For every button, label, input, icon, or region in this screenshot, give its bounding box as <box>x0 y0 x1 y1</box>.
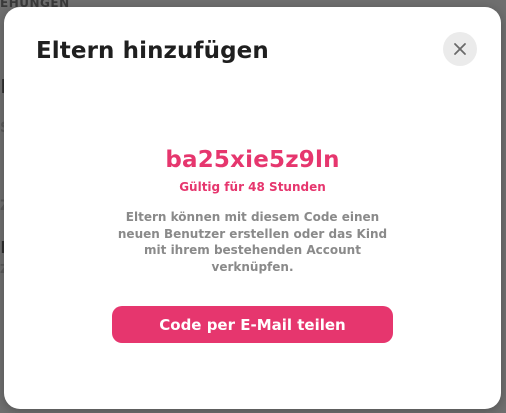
share-code-email-label: Code per E-Mail teilen <box>159 315 346 334</box>
invite-code: ba25xie5z9ln <box>165 147 340 173</box>
dialog-title: Eltern hinzufügen <box>36 38 269 64</box>
add-parents-dialog: Eltern hinzufügen ba25xie5z9ln Gültig fü… <box>4 7 501 409</box>
close-button[interactable] <box>443 32 477 66</box>
code-description: Eltern können mit diesem Code einen neue… <box>117 210 388 274</box>
code-validity: Gültig für 48 Stunden <box>179 180 326 194</box>
close-icon <box>454 43 466 55</box>
share-code-email-button[interactable]: Code per E-Mail teilen <box>112 306 393 343</box>
